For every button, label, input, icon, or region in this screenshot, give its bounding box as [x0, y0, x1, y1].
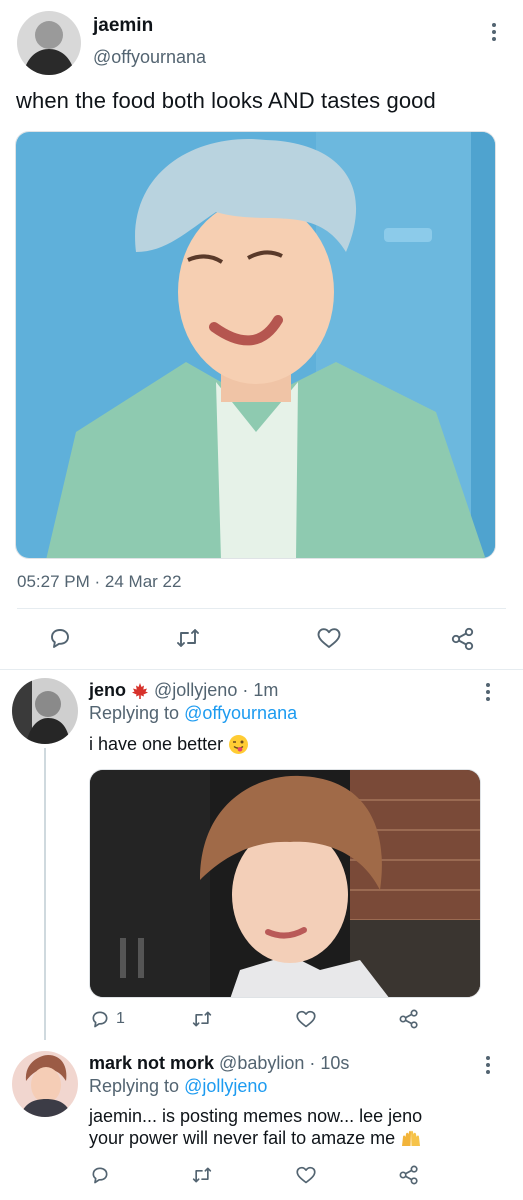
reply1-reply-button[interactable]: 1 [90, 1009, 125, 1029]
reply1-age[interactable]: 1m [253, 680, 278, 701]
main-timestamp[interactable]: 05:27 PM · 24 Mar 22 [17, 572, 181, 592]
retweet-icon [177, 629, 199, 647]
reply2-text: jaemin... is posting memes now... lee je… [89, 1105, 509, 1149]
reply2-dot: · [309, 1053, 316, 1073]
reply1-display-name[interactable]: jeno [89, 680, 126, 701]
raising-hands-icon [402, 1130, 421, 1146]
reply2-display-name[interactable]: mark not mork [89, 1053, 214, 1074]
main-display-name[interactable]: jaemin [93, 15, 153, 37]
retweet-icon [192, 1011, 212, 1027]
main-date: 24 Mar 22 [104, 572, 182, 591]
reply2-age[interactable]: 10s [320, 1053, 349, 1074]
reply1-header: jeno @jollyjeno · 1m [89, 680, 278, 701]
reply2-text-line2: your power will never fail to amaze me [89, 1128, 396, 1148]
main-divider [17, 608, 506, 609]
reply2-text-line1: jaemin... is posting memes now... lee je… [89, 1106, 423, 1126]
reply-icon [51, 629, 69, 648]
reply1-image[interactable] [89, 769, 481, 998]
reply2-replying-link[interactable]: @jollyjeno [184, 1076, 267, 1096]
reply2-share-button[interactable] [398, 1164, 420, 1186]
main-handle[interactable]: @offyournana [93, 47, 206, 68]
reply2-avatar[interactable] [12, 1051, 78, 1117]
reply1-text: i have one better [89, 734, 224, 754]
section-divider [0, 669, 523, 670]
main-share-button[interactable] [450, 626, 476, 652]
reply1-more-icon[interactable] [481, 680, 495, 704]
reply2-like-button[interactable] [295, 1165, 317, 1185]
reply1-replying-link[interactable]: @offyournana [184, 703, 297, 723]
main-tweet-text: when the food both looks AND tastes good [16, 88, 436, 113]
reply1-reply-count: 1 [116, 1010, 125, 1027]
main-like-button[interactable] [316, 626, 342, 650]
reply1-text-row: i have one better [89, 733, 249, 755]
reply1-like-button[interactable] [295, 1009, 317, 1029]
reply1-retweet-button[interactable] [191, 1009, 213, 1029]
reply2-reply-button[interactable] [90, 1165, 110, 1185]
like-icon [296, 1166, 316, 1184]
like-icon [317, 628, 341, 648]
main-retweet-button[interactable] [175, 626, 201, 650]
winking-tongue-face-icon [229, 734, 249, 754]
reply1-share-button[interactable] [398, 1008, 420, 1030]
share-icon [399, 1009, 418, 1029]
share-icon [399, 1165, 418, 1185]
reply2-header: mark not mork @babylion · 10s [89, 1053, 349, 1074]
timestamp-separator: · [94, 572, 101, 591]
main-tweet-image[interactable] [15, 131, 496, 559]
reply2-more-icon[interactable] [481, 1053, 495, 1077]
reply2-handle[interactable]: @babylion [219, 1053, 304, 1074]
reply2-text-line2-row: your power will never fail to amaze me [89, 1127, 509, 1149]
reply2-retweet-button[interactable] [191, 1165, 213, 1185]
reply1-handle[interactable]: @jollyjeno [154, 680, 237, 701]
like-icon [296, 1010, 316, 1028]
share-icon [451, 627, 474, 651]
main-avatar[interactable] [17, 11, 81, 75]
main-reply-button[interactable] [48, 626, 72, 650]
maple-leaf-icon [132, 682, 149, 699]
retweet-icon [192, 1167, 212, 1183]
reply2-replying-label: Replying to [89, 1076, 180, 1096]
reply2-replying-to: Replying to @jollyjeno [89, 1076, 267, 1097]
reply1-avatar[interactable] [12, 678, 78, 744]
main-time: 05:27 PM [17, 572, 90, 591]
reply1-replying-to: Replying to @offyournana [89, 703, 297, 724]
reply1-replying-label: Replying to [89, 703, 180, 723]
reply-icon [92, 1167, 108, 1184]
reply-icon [92, 1011, 108, 1028]
reply1-dot: · [242, 680, 249, 700]
thread-line [44, 748, 46, 1040]
main-more-icon[interactable] [487, 20, 501, 44]
